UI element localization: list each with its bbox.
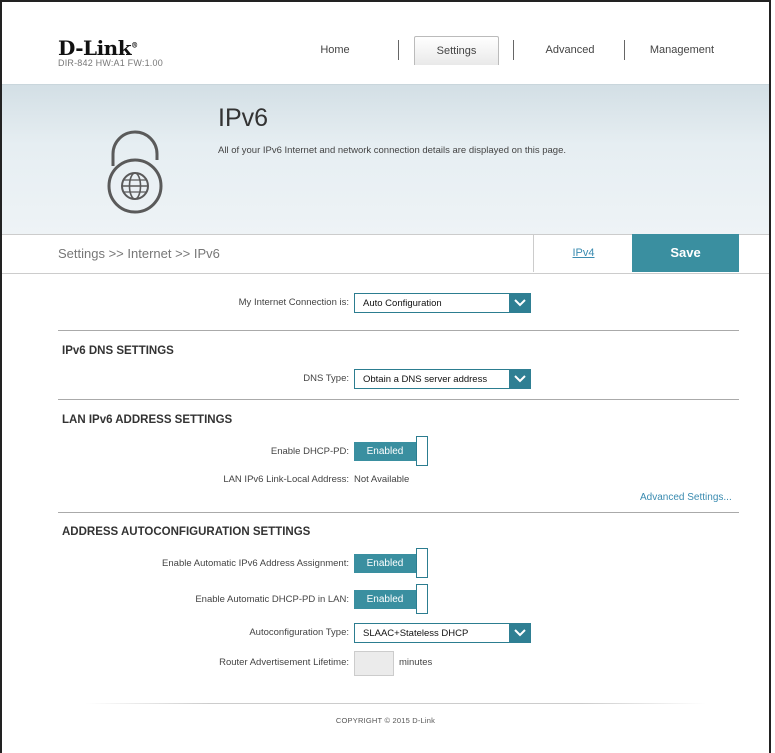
- connection-type-select[interactable]: Auto Configuration: [354, 293, 531, 313]
- auto-dhcp-pd-label: Enable Automatic DHCP-PD in LAN:: [195, 594, 349, 605]
- chevron-down-icon: [509, 293, 531, 313]
- toggle-knob: [416, 584, 428, 614]
- toggle-state: Enabled: [354, 590, 416, 609]
- autoconf-section-title: ADDRESS AUTOCONFIGURATION SETTINGS: [62, 526, 311, 538]
- dns-type-select[interactable]: Obtain a DNS server address: [354, 369, 531, 389]
- toggle-state: Enabled: [354, 442, 416, 461]
- dns-section-title: IPv6 DNS SETTINGS: [62, 345, 174, 357]
- footer-divider: [86, 703, 706, 704]
- ra-lifetime-input[interactable]: [354, 651, 394, 676]
- nav-home[interactable]: Home: [305, 36, 365, 64]
- nav-advanced[interactable]: Advanced: [535, 36, 605, 64]
- page-title: IPv6: [218, 104, 269, 132]
- auto-dhcp-pd-toggle[interactable]: Enabled: [354, 584, 430, 614]
- connection-label: My Internet Connection is:: [238, 297, 349, 308]
- toggle-state: Enabled: [354, 554, 416, 573]
- ra-lifetime-label: Router Advertisement Lifetime:: [219, 657, 349, 668]
- autoconf-type-value: SLAAC+Stateless DHCP: [363, 628, 469, 639]
- dhcp-pd-toggle[interactable]: Enabled: [354, 436, 430, 466]
- connection-type-value: Auto Configuration: [363, 298, 442, 309]
- nav-divider: [398, 40, 399, 60]
- divider: [58, 512, 739, 513]
- main-nav: Home Settings Advanced Management: [0, 36, 771, 65]
- save-button[interactable]: Save: [632, 234, 739, 272]
- advanced-settings-link[interactable]: Advanced Settings...: [640, 492, 732, 503]
- dhcp-pd-label: Enable DHCP-PD:: [270, 446, 349, 457]
- nav-divider: [513, 40, 514, 60]
- chevron-down-icon: [509, 369, 531, 389]
- breadcrumb: Settings >> Internet >> IPv6: [58, 246, 220, 261]
- lan-section-title: LAN IPv6 ADDRESS SETTINGS: [62, 414, 233, 426]
- link-local-label: LAN IPv6 Link-Local Address:: [223, 474, 349, 485]
- copyright: COPYRIGHT © 2015 D-Link: [335, 716, 436, 725]
- link-local-value: Not Available: [354, 474, 410, 485]
- chevron-down-icon: [509, 623, 531, 643]
- ipv4-link[interactable]: IPv4: [533, 234, 633, 272]
- toggle-knob: [416, 436, 428, 466]
- nav-divider: [624, 40, 625, 60]
- auto-assign-toggle[interactable]: Enabled: [354, 548, 430, 578]
- autoconf-type-label: Autoconfiguration Type:: [249, 627, 349, 638]
- nav-settings[interactable]: Settings: [414, 36, 499, 65]
- autoconf-type-select[interactable]: SLAAC+Stateless DHCP: [354, 623, 531, 643]
- nav-management[interactable]: Management: [643, 36, 721, 64]
- dns-type-label: DNS Type:: [303, 373, 349, 384]
- page-description: All of your IPv6 Internet and network co…: [218, 145, 567, 156]
- dns-type-value: Obtain a DNS server address: [363, 374, 488, 385]
- globe-lock-icon: [107, 130, 163, 214]
- toggle-knob: [416, 548, 428, 578]
- ra-lifetime-unit: minutes: [399, 657, 433, 668]
- divider: [58, 399, 739, 400]
- auto-assign-label: Enable Automatic IPv6 Address Assignment…: [162, 558, 349, 569]
- divider: [58, 330, 739, 331]
